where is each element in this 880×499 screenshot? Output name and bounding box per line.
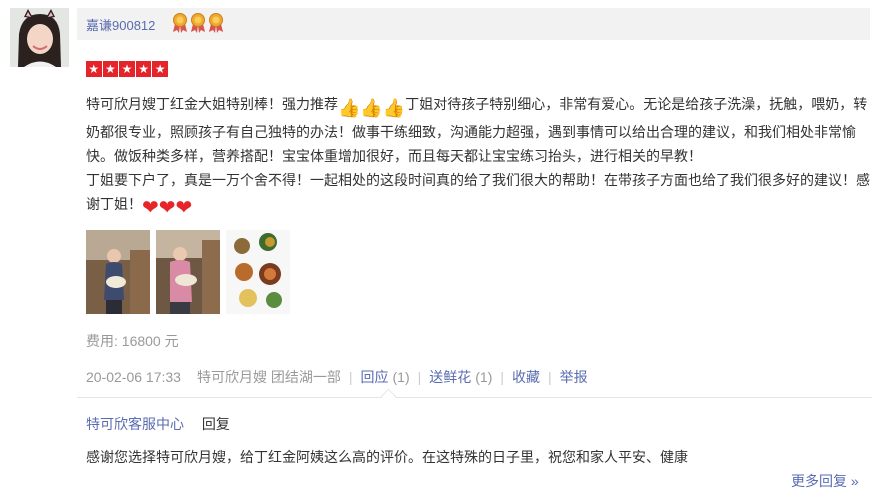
thumbs-up-icon: 👍 xyxy=(338,98,361,118)
star-icon: ★ xyxy=(135,61,152,77)
review-photo[interactable] xyxy=(86,230,150,314)
medal-icon xyxy=(191,13,205,33)
review-meta-bar: 20-02-06 17:33 特可欣月嫂 团结湖一部 | 回应 (1) | 送鲜… xyxy=(86,367,588,387)
review-photos xyxy=(86,230,290,314)
review-source: 特可欣月嫂 团结湖一部 xyxy=(196,369,341,385)
thumbs-up-icon: 👍 xyxy=(360,98,383,118)
heart-icon: ❤ xyxy=(142,197,159,219)
star-icon: ★ xyxy=(102,61,119,77)
medal-icon xyxy=(209,13,223,33)
heart-icon: ❤ xyxy=(158,197,176,219)
flower-count: (1) xyxy=(475,369,493,385)
reply-text: 感谢您选择特可欣月嫂，给丁红金阿姨这么高的评价。在这特殊的日子里，祝您和家人平安… xyxy=(86,449,688,465)
reply-divider xyxy=(77,397,872,398)
review-paragraph-1: 特可欣月嫂丁红金大姐特别棒！强力推荐👍👍👍丁姐对待孩子特别细心，非常有爱心。无论… xyxy=(86,96,868,164)
user-avatar[interactable] xyxy=(10,8,69,67)
reply-header: 特可欣客服中心 回复 xyxy=(86,414,230,434)
review-photo[interactable] xyxy=(156,230,220,314)
more-replies-link[interactable]: 更多回复 » xyxy=(791,471,859,491)
divider: | xyxy=(417,369,422,385)
review-paragraph-2: 丁姐要下户了，真是一万个舍不得！一起相处的这段时间真的给了我们很大的帮助！在带孩… xyxy=(86,172,870,219)
review-body: 特可欣月嫂丁红金大姐特别棒！强力推荐👍👍👍丁姐对待孩子特别细心，非常有爱心。无论… xyxy=(86,92,876,220)
report-link[interactable]: 举报 xyxy=(560,367,588,387)
user-header-bar: 嘉谦900812 xyxy=(77,8,870,40)
review-photo[interactable] xyxy=(226,230,290,314)
fee-text: 费用: 16800 元 xyxy=(86,333,179,349)
reply-count: (1) xyxy=(392,369,410,385)
star-icon: ★ xyxy=(119,61,135,77)
reply-link[interactable]: 回应 xyxy=(361,367,389,387)
send-flower-link[interactable]: 送鲜花 xyxy=(429,367,471,387)
star-icon: ★ xyxy=(152,61,168,77)
review-date: 20-02-06 17:33 xyxy=(86,369,181,385)
reply-label: 回复 xyxy=(201,416,230,432)
username-link[interactable]: 嘉谦900812 xyxy=(86,15,155,34)
reply-author-link[interactable]: 特可欣客服中心 xyxy=(86,416,184,432)
favorite-link[interactable]: 收藏 xyxy=(512,367,540,387)
thumbs-up-icon: 👍 xyxy=(382,98,406,118)
divider: | xyxy=(548,369,552,385)
medal-icon xyxy=(173,13,187,33)
medal-group xyxy=(172,13,224,33)
divider: | xyxy=(348,369,353,385)
star-rating: ★ ★ ★ ★ ★ xyxy=(86,61,168,77)
divider: | xyxy=(500,369,505,385)
star-icon: ★ xyxy=(86,61,102,77)
heart-icon: ❤ xyxy=(175,197,193,219)
reply-caret-icon xyxy=(380,388,397,405)
